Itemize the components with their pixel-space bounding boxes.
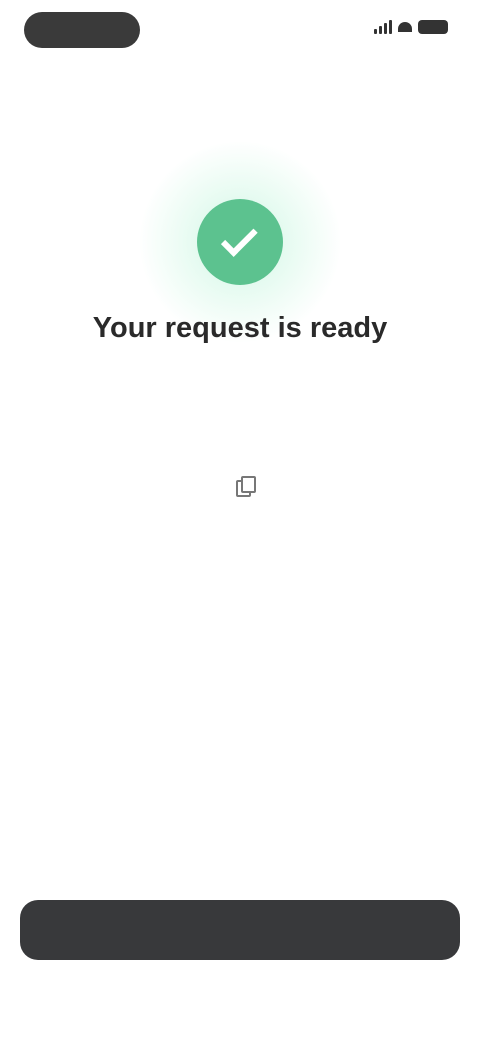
status-icons — [374, 20, 448, 34]
status-bar — [0, 0, 480, 64]
check-icon — [220, 220, 258, 257]
success-badge — [197, 199, 283, 285]
wifi-icon — [398, 22, 412, 32]
battery-icon — [418, 20, 448, 34]
link-row[interactable] — [40, 476, 440, 497]
success-screen: Your request is ready — [0, 0, 480, 1040]
primary-button[interactable] — [20, 900, 460, 960]
copy-icon[interactable] — [236, 476, 256, 497]
dynamic-island — [24, 12, 140, 48]
page-title: Your request is ready — [92, 312, 388, 344]
signal-icon — [374, 20, 392, 34]
